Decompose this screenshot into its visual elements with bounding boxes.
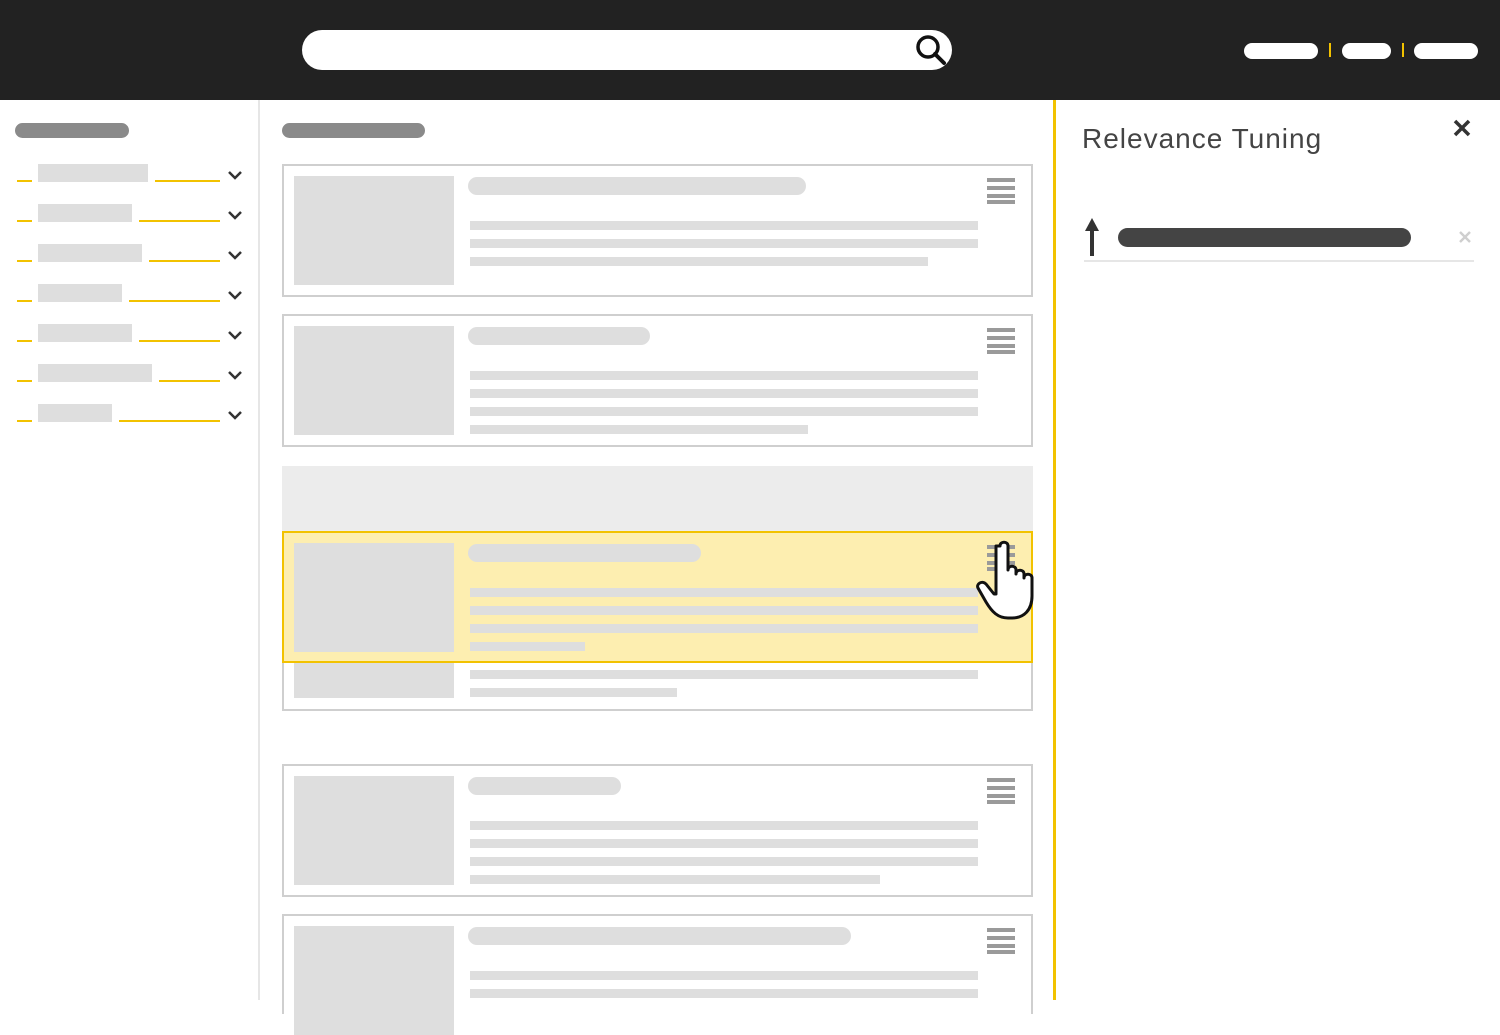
results-list (260, 100, 1053, 1035)
facet-label-placeholder (38, 164, 148, 182)
result-thumbnail (294, 926, 454, 1035)
nav-item-1[interactable] (1244, 43, 1318, 59)
facet-item[interactable] (0, 204, 260, 228)
facet-item[interactable] (0, 404, 260, 428)
facet-dash (17, 380, 32, 382)
nav-item-2[interactable] (1342, 43, 1391, 59)
chevron-down-icon[interactable] (226, 288, 244, 302)
result-text-line (470, 839, 978, 848)
result-text-line (470, 257, 928, 266)
result-card-dragging[interactable] (282, 531, 1033, 663)
result-thumbnail (294, 176, 454, 285)
relevance-rule-row (1084, 216, 1474, 262)
nav-item-3[interactable] (1414, 43, 1478, 59)
result-thumbnail (294, 776, 454, 885)
result-text-line (470, 688, 677, 697)
result-card[interactable] (282, 164, 1033, 297)
result-text-line (470, 971, 978, 980)
result-card[interactable] (282, 914, 1033, 1035)
chevron-down-icon[interactable] (226, 368, 244, 382)
facet-underline (119, 420, 220, 422)
search-input[interactable] (318, 38, 898, 62)
result-text-line (470, 670, 978, 679)
facet-underline (129, 300, 220, 302)
facet-item[interactable] (0, 284, 260, 308)
result-thumbnail (294, 326, 454, 435)
facet-underline (149, 260, 220, 262)
result-title-placeholder (468, 777, 621, 795)
remove-icon[interactable] (1458, 230, 1472, 244)
result-card[interactable] (282, 314, 1033, 447)
facet-underline (139, 220, 220, 222)
result-thumbnail (294, 543, 454, 652)
result-title-placeholder (468, 327, 650, 345)
boost-up-arrow-icon (1085, 218, 1099, 256)
result-text-line (470, 425, 808, 434)
facet-dash (17, 420, 32, 422)
facet-label-placeholder (38, 244, 142, 262)
chevron-down-icon[interactable] (226, 168, 244, 182)
facet-dash (17, 260, 32, 262)
result-text-line (470, 389, 978, 398)
facet-label-placeholder (38, 364, 152, 382)
result-text-line (470, 642, 585, 651)
facet-dash (17, 220, 32, 222)
results-title-placeholder (282, 123, 425, 138)
result-text-line (470, 624, 978, 633)
facet-label-placeholder (38, 404, 112, 422)
nav-separator (1402, 43, 1404, 57)
sidebar-title-placeholder (15, 123, 129, 138)
result-title-placeholder (468, 927, 851, 945)
hamburger-icon[interactable] (987, 778, 1015, 804)
result-text-line (470, 588, 978, 597)
drop-target-placeholder (282, 466, 1033, 536)
result-title-placeholder (468, 177, 806, 195)
facet-dash (17, 300, 32, 302)
chevron-down-icon[interactable] (226, 328, 244, 342)
chevron-down-icon[interactable] (226, 408, 244, 422)
search-bar[interactable] (302, 30, 952, 70)
chevron-down-icon[interactable] (226, 208, 244, 222)
rule-label-placeholder (1118, 228, 1411, 247)
facet-label-placeholder (38, 324, 132, 342)
facet-underline (155, 180, 220, 182)
result-text-line (470, 221, 978, 230)
facet-item[interactable] (0, 244, 260, 268)
hand-pointer-cursor-icon (976, 540, 1034, 620)
facet-item[interactable] (0, 364, 260, 388)
result-text-line (470, 857, 978, 866)
result-text-line (470, 371, 978, 380)
nav-separator (1329, 43, 1331, 57)
relevance-tuning-panel: Relevance Tuning (1056, 100, 1500, 1000)
chevron-down-icon[interactable] (226, 248, 244, 262)
facet-underline (139, 340, 220, 342)
search-icon[interactable] (914, 33, 948, 67)
facet-dash (17, 180, 32, 182)
result-text-line (470, 989, 978, 998)
facet-underline (159, 380, 220, 382)
facet-item[interactable] (0, 324, 260, 348)
facet-item[interactable] (0, 164, 260, 188)
result-text-line (470, 821, 978, 830)
result-card[interactable] (282, 764, 1033, 897)
result-text-line (470, 606, 978, 615)
facet-sidebar (0, 100, 260, 1000)
top-bar (0, 0, 1500, 100)
result-text-line (470, 239, 978, 248)
close-icon[interactable] (1452, 118, 1472, 138)
result-text-line (470, 407, 978, 416)
result-text-line (470, 875, 880, 884)
panel-title: Relevance Tuning (1082, 123, 1323, 154)
facet-dash (17, 340, 32, 342)
hamburger-icon[interactable] (987, 328, 1015, 354)
facet-label-placeholder (38, 204, 132, 222)
hamburger-icon[interactable] (987, 928, 1015, 954)
facet-label-placeholder (38, 284, 122, 302)
hamburger-icon[interactable] (987, 178, 1015, 204)
result-title-placeholder (468, 544, 701, 562)
